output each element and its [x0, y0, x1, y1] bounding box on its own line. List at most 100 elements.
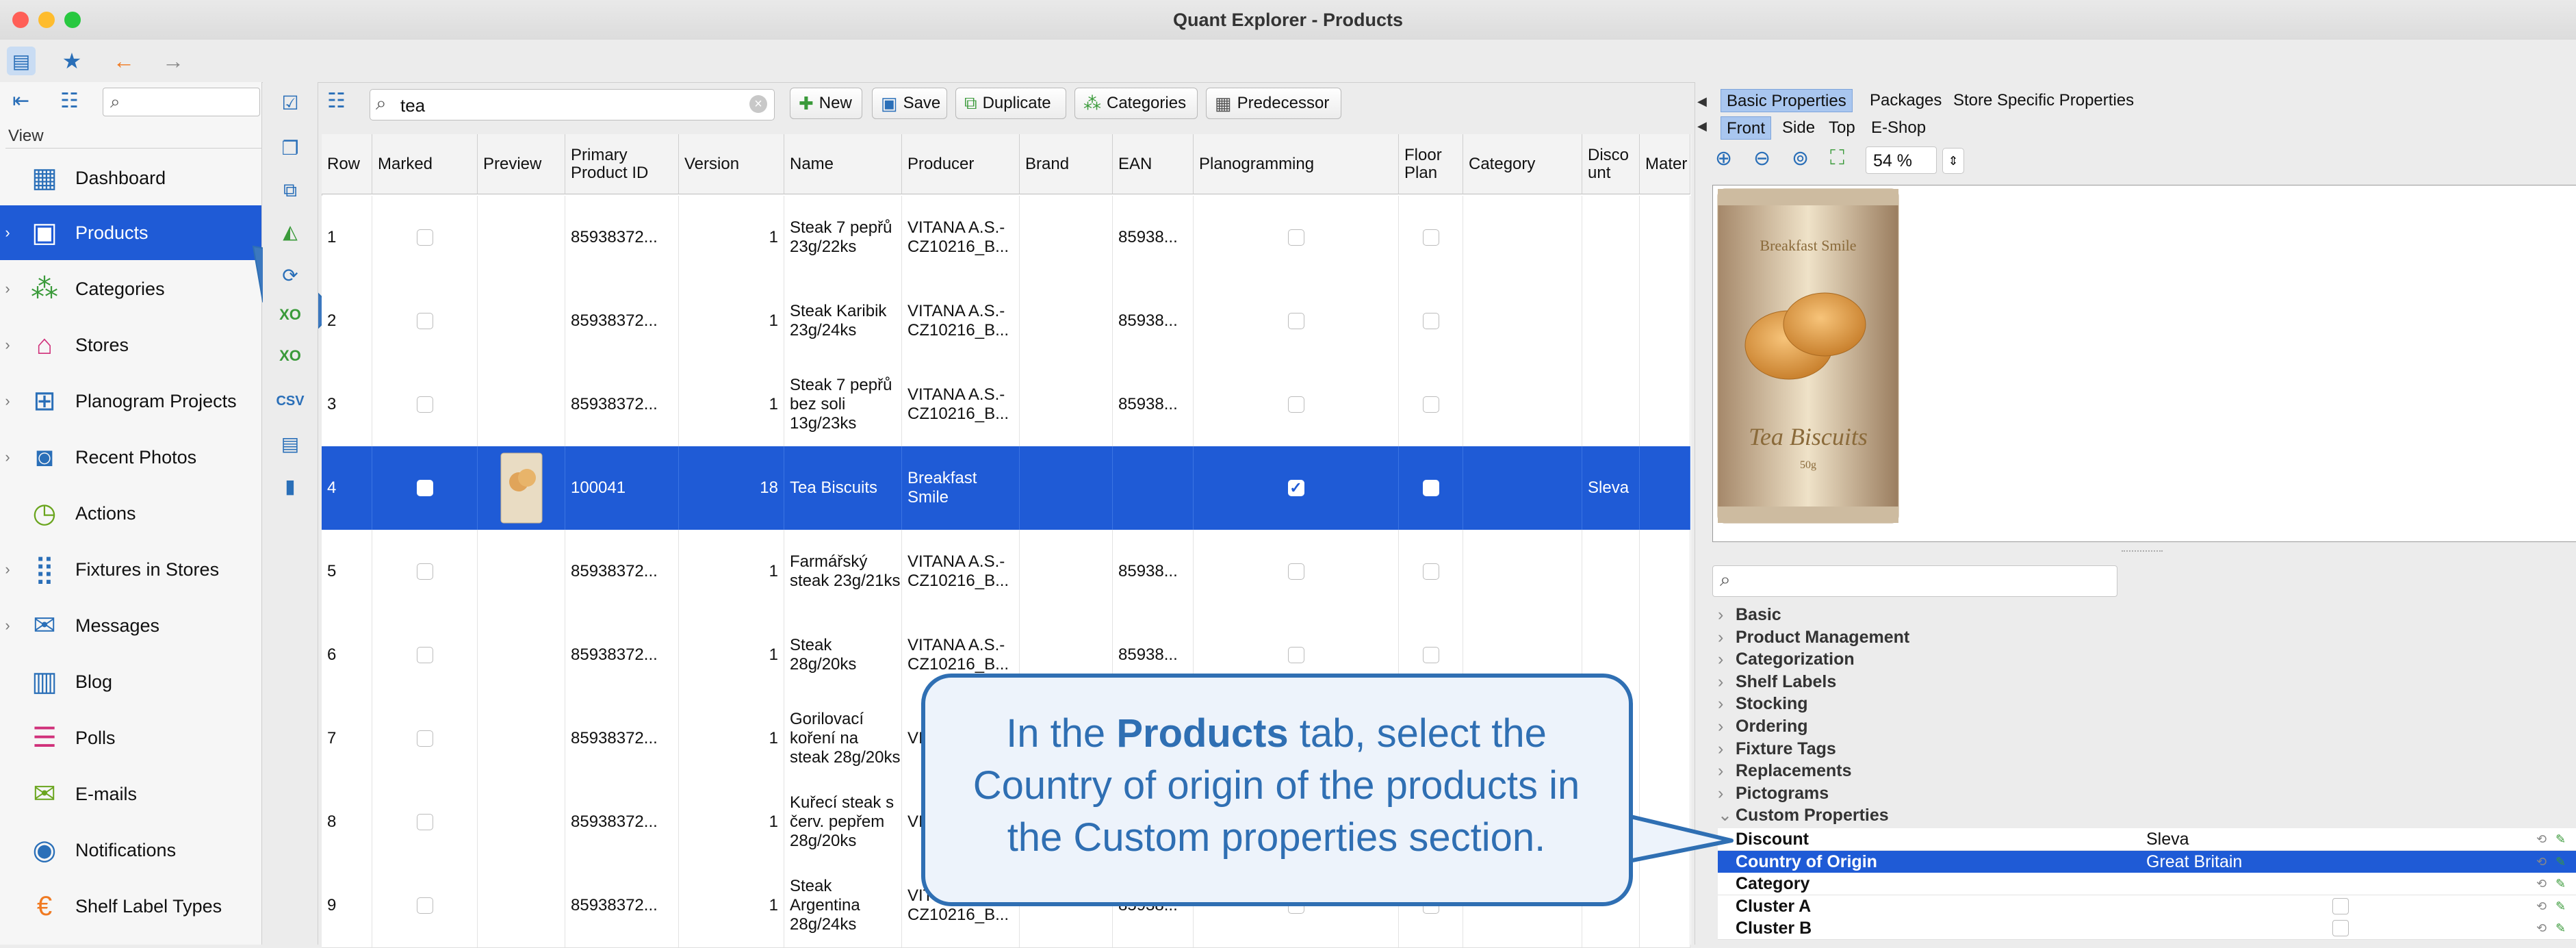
- sidebar-search-input[interactable]: ⌕: [103, 88, 260, 116]
- property-section-categorization[interactable]: › Categorization: [1718, 648, 1855, 670]
- back-arrow-icon[interactable]: ←: [110, 47, 138, 75]
- reset-property-icon[interactable]: ⟲: [2536, 828, 2547, 850]
- csv-icon[interactable]: CSV: [276, 387, 304, 415]
- sidebar-item-categories[interactable]: › ⁂ Categories: [0, 261, 261, 316]
- zoom-stepper[interactable]: ⇕: [1942, 148, 1964, 174]
- favorites-star-icon[interactable]: ★: [57, 47, 86, 75]
- table-row[interactable]: 5 85938372... 1 Farmářský steak 23g/21ks VIT…: [322, 530, 1690, 614]
- marked-checkbox[interactable]: [416, 563, 433, 580]
- planogramming-checkbox[interactable]: [1287, 229, 1304, 246]
- collapse-panel-icon[interactable]: ◀: [1697, 94, 1707, 109]
- duplicate-button[interactable]: ⧉ Duplicate: [955, 88, 1066, 119]
- floor-plan-checkbox[interactable]: [1422, 313, 1439, 329]
- excel-export-icon[interactable]: XO: [276, 301, 304, 329]
- property-section-product-management[interactable]: › Product Management: [1718, 626, 1909, 648]
- reset-property-icon[interactable]: ⟲: [2536, 917, 2547, 939]
- property-section-replacements[interactable]: › Replacements: [1718, 760, 1852, 782]
- tab-eshop[interactable]: E-Shop: [1866, 116, 1931, 140]
- sidebar-item-fixtures-in-stores[interactable]: › ⣿ Fixtures in Stores: [0, 542, 261, 597]
- table-row[interactable]: 3 85938372... 1 Steak 7 pepřů bez soli 13g/…: [322, 363, 1690, 447]
- planogramming-checkbox[interactable]: [1287, 647, 1304, 663]
- edit-property-icon[interactable]: ✎: [2555, 895, 2566, 917]
- custom-property-cluster-a[interactable]: Cluster A ⟲ ✎: [1718, 895, 2576, 918]
- tab-basic-properties[interactable]: Basic Properties: [1721, 89, 1853, 112]
- sidebar-toggle-icon[interactable]: ▤: [7, 47, 36, 75]
- edit-property-icon[interactable]: ✎: [2555, 873, 2566, 895]
- marked-checkbox[interactable]: [416, 480, 433, 496]
- sidebar-item-recent-photos[interactable]: › ◙ Recent Photos: [0, 430, 261, 485]
- custom-property-category[interactable]: Category ⟲ ✎: [1718, 873, 2576, 896]
- property-section-ordering[interactable]: › Ordering: [1718, 715, 1808, 737]
- marked-checkbox[interactable]: [416, 897, 433, 914]
- table-header-col-floor-plan[interactable]: Floor Plan: [1399, 134, 1463, 194]
- property-section-pictograms[interactable]: › Pictograms: [1718, 782, 1829, 804]
- table-edit-icon[interactable]: ▤: [276, 430, 304, 457]
- table-header-col-version[interactable]: Version: [679, 134, 784, 194]
- floor-plan-checkbox[interactable]: [1422, 563, 1439, 580]
- sidebar-item-messages[interactable]: › ✉ Messages: [0, 598, 261, 653]
- marked-checkbox[interactable]: [416, 730, 433, 747]
- property-section-fixture-tags[interactable]: › Fixture Tags: [1718, 738, 1836, 760]
- edit-property-icon[interactable]: ✎: [2555, 917, 2566, 939]
- edit-property-icon[interactable]: ✎: [2555, 851, 2566, 873]
- new-button[interactable]: ✚ New: [790, 88, 862, 119]
- sidebar-item-notifications[interactable]: ◉ Notifications: [0, 823, 261, 877]
- cluster-checkbox[interactable]: [2332, 897, 2349, 914]
- property-section-basic[interactable]: › Basic: [1718, 604, 1781, 626]
- copy-icon[interactable]: ❐: [276, 134, 304, 162]
- save-button[interactable]: ▣ Save: [872, 88, 947, 119]
- custom-property-cluster-b[interactable]: Cluster B ⟲ ✎: [1718, 917, 2576, 940]
- table-header-col-name[interactable]: Name: [784, 134, 902, 194]
- custom-property-discount[interactable]: Discount Sleva ⟲ ✎: [1718, 828, 2576, 851]
- table-row[interactable]: 1 85938372... 1 Steak 7 pepřů 23g/22ks VITAN…: [322, 196, 1690, 280]
- tab-front[interactable]: Front: [1721, 116, 1772, 140]
- reset-property-icon[interactable]: ⟲: [2536, 851, 2547, 873]
- product-search-input[interactable]: ⌕ tea ×: [370, 89, 775, 120]
- table-header-col-marked[interactable]: Marked: [372, 134, 478, 194]
- table-view-icon[interactable]: ☷: [327, 89, 346, 113]
- planogramming-checkbox[interactable]: [1287, 396, 1304, 413]
- property-section-shelf-labels[interactable]: › Shelf Labels: [1718, 671, 1836, 693]
- sidebar-item-emails[interactable]: ✉ E-mails: [0, 767, 261, 821]
- forward-arrow-icon[interactable]: →: [159, 47, 188, 75]
- table-header-col-planogramming[interactable]: Planogramming: [1194, 134, 1399, 194]
- marked-checkbox[interactable]: [416, 229, 433, 246]
- tab-top[interactable]: Top: [1823, 116, 1861, 140]
- excel-import-icon[interactable]: XO: [276, 342, 304, 370]
- history-icon[interactable]: ⧉: [276, 177, 304, 204]
- tab-store-specific-properties[interactable]: Store Specific Properties: [1948, 89, 2139, 112]
- floor-plan-checkbox[interactable]: [1422, 396, 1439, 413]
- edit-property-icon[interactable]: ✎: [2555, 828, 2566, 850]
- checklist-icon[interactable]: ☑: [276, 89, 304, 116]
- table-row-selected[interactable]: 4 100041 18 Tea Biscuits Breakfast Smile ✓ Sle…: [322, 446, 1690, 530]
- map-icon[interactable]: ◭: [276, 218, 304, 245]
- cluster-checkbox[interactable]: [2332, 920, 2349, 937]
- table-header-col-material[interactable]: Mater: [1640, 134, 1690, 194]
- custom-property-country-of-origin[interactable]: Country of Origin Great Britain ⟲ ✎: [1718, 850, 2576, 873]
- property-search-input[interactable]: ⌕: [1712, 565, 2117, 597]
- zoom-in-icon[interactable]: ⊕: [1715, 146, 1732, 170]
- marked-checkbox[interactable]: [416, 647, 433, 663]
- chart-icon[interactable]: ▮: [276, 472, 304, 500]
- tab-packages[interactable]: Packages: [1864, 89, 1947, 112]
- refresh-icon[interactable]: ⟳: [276, 261, 304, 289]
- floor-plan-checkbox[interactable]: [1422, 647, 1439, 663]
- sidebar-item-stores[interactable]: › ⌂ Stores: [0, 318, 261, 372]
- reset-property-icon[interactable]: ⟲: [2536, 873, 2547, 895]
- zoom-reset-icon[interactable]: ⊚: [1792, 146, 1809, 170]
- reset-property-icon[interactable]: ⟲: [2536, 895, 2547, 917]
- marked-checkbox[interactable]: [416, 814, 433, 830]
- floor-plan-checkbox[interactable]: [1422, 480, 1439, 496]
- marked-checkbox[interactable]: [416, 313, 433, 329]
- zoom-level-field[interactable]: 54 %: [1866, 146, 1937, 174]
- table-header-col-category[interactable]: Category: [1463, 134, 1582, 194]
- sidebar-item-actions[interactable]: ◷ Actions: [0, 486, 261, 541]
- table-header-col-preview[interactable]: Preview: [478, 134, 565, 194]
- sidebar-item-blog[interactable]: ▥ Blog: [0, 654, 261, 709]
- marked-checkbox[interactable]: [416, 396, 433, 413]
- zoom-out-icon[interactable]: ⊖: [1753, 146, 1770, 170]
- floor-plan-checkbox[interactable]: [1422, 229, 1439, 246]
- planogramming-checkbox[interactable]: [1287, 313, 1304, 329]
- sidebar-item-products[interactable]: › ▣ Products: [0, 205, 261, 260]
- sidebar-item-planogram-projects[interactable]: › ⊞ Planogram Projects: [0, 374, 261, 428]
